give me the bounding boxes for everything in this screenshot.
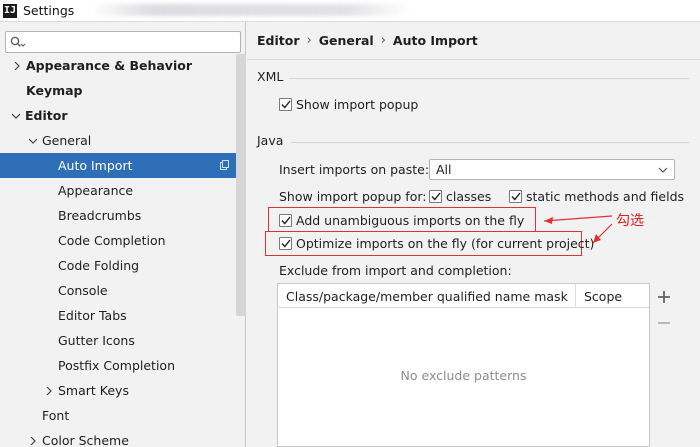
sidebar-item-code-folding[interactable]: Code Folding bbox=[0, 253, 236, 278]
sidebar-item-label: Editor bbox=[25, 108, 68, 123]
sidebar-item-label: Editor Tabs bbox=[58, 308, 127, 323]
chevron-down-icon bbox=[28, 136, 38, 146]
exclude-label: Exclude from import and completion: bbox=[279, 263, 512, 278]
sidebar-item-label: Auto Import bbox=[58, 158, 133, 173]
sidebar-item-label: Smart Keys bbox=[58, 383, 129, 398]
sidebar-item-label: General bbox=[42, 133, 92, 148]
sidebar-item-label: Console bbox=[58, 283, 108, 298]
exclude-patterns-table[interactable]: Class/package/member qualified name mask… bbox=[277, 283, 650, 447]
sidebar-item-label: Font bbox=[42, 408, 70, 423]
sidebar-item-code-completion[interactable]: Code Completion bbox=[0, 228, 236, 253]
title-bar: IJ Settings bbox=[0, 0, 700, 22]
chevron-down-icon bbox=[11, 111, 21, 121]
sidebar-item-appearance-behavior[interactable]: Appearance & Behavior bbox=[0, 53, 236, 78]
column-header-mask[interactable]: Class/package/member qualified name mask bbox=[278, 284, 576, 308]
sidebar-item-label: Breadcrumbs bbox=[58, 208, 142, 223]
sidebar-item-label: Appearance bbox=[58, 183, 134, 198]
chevron-right-icon bbox=[12, 61, 22, 71]
copy-settings-icon bbox=[220, 160, 229, 170]
search-icon bbox=[10, 36, 26, 47]
table-header: Class/package/member qualified name mask… bbox=[278, 284, 649, 308]
remove-icon[interactable] bbox=[657, 316, 671, 330]
annotation-arrows bbox=[543, 215, 613, 244]
sidebar-item-console[interactable]: Console bbox=[0, 278, 236, 303]
sidebar-item-font[interactable]: Font bbox=[0, 403, 236, 428]
sidebar-item-color-scheme[interactable]: Color Scheme bbox=[0, 428, 236, 447]
sidebar-item-auto-import[interactable]: Auto Import bbox=[0, 153, 236, 178]
sidebar-item-keymap[interactable]: Keymap bbox=[0, 78, 236, 103]
sidebar-item-label: Gutter Icons bbox=[58, 333, 135, 348]
sidebar-item-label: Appearance & Behavior bbox=[26, 58, 192, 73]
add-icon[interactable] bbox=[657, 290, 671, 304]
blurred-title-path bbox=[90, 4, 410, 16]
sidebar-item-label: Color Scheme bbox=[42, 433, 129, 447]
sidebar-item-smart-keys[interactable]: Smart Keys bbox=[0, 378, 236, 403]
sidebar-item-label: Code Completion bbox=[58, 233, 166, 248]
settings-sidebar: Appearance & Behavior Keymap Editor Gene… bbox=[0, 22, 246, 447]
column-header-scope[interactable]: Scope bbox=[576, 284, 622, 308]
settings-search-input[interactable] bbox=[5, 31, 241, 53]
sidebar-item-label: Code Folding bbox=[58, 258, 140, 273]
intellij-app-icon: IJ bbox=[3, 3, 17, 18]
settings-content: Editor › General › Auto Import XML Show … bbox=[247, 22, 700, 447]
chevron-right-icon bbox=[44, 386, 54, 396]
sidebar-item-postfix-completion[interactable]: Postfix Completion bbox=[0, 353, 236, 378]
sidebar-item-label: Keymap bbox=[26, 83, 83, 98]
sidebar-scrollbar[interactable] bbox=[236, 54, 246, 316]
empty-table-text: No exclude patterns bbox=[400, 368, 527, 383]
sidebar-item-editor-tabs[interactable]: Editor Tabs bbox=[0, 303, 236, 328]
chevron-right-icon bbox=[28, 436, 38, 446]
sidebar-item-label: Postfix Completion bbox=[58, 358, 175, 373]
sidebar-item-gutter-icons[interactable]: Gutter Icons bbox=[0, 328, 236, 353]
sidebar-item-breadcrumbs[interactable]: Breadcrumbs bbox=[0, 203, 236, 228]
sidebar-item-appearance[interactable]: Appearance bbox=[0, 178, 236, 203]
sidebar-item-editor[interactable]: Editor bbox=[0, 103, 236, 128]
sidebar-item-general[interactable]: General bbox=[0, 128, 236, 153]
window-title: Settings bbox=[23, 3, 75, 18]
